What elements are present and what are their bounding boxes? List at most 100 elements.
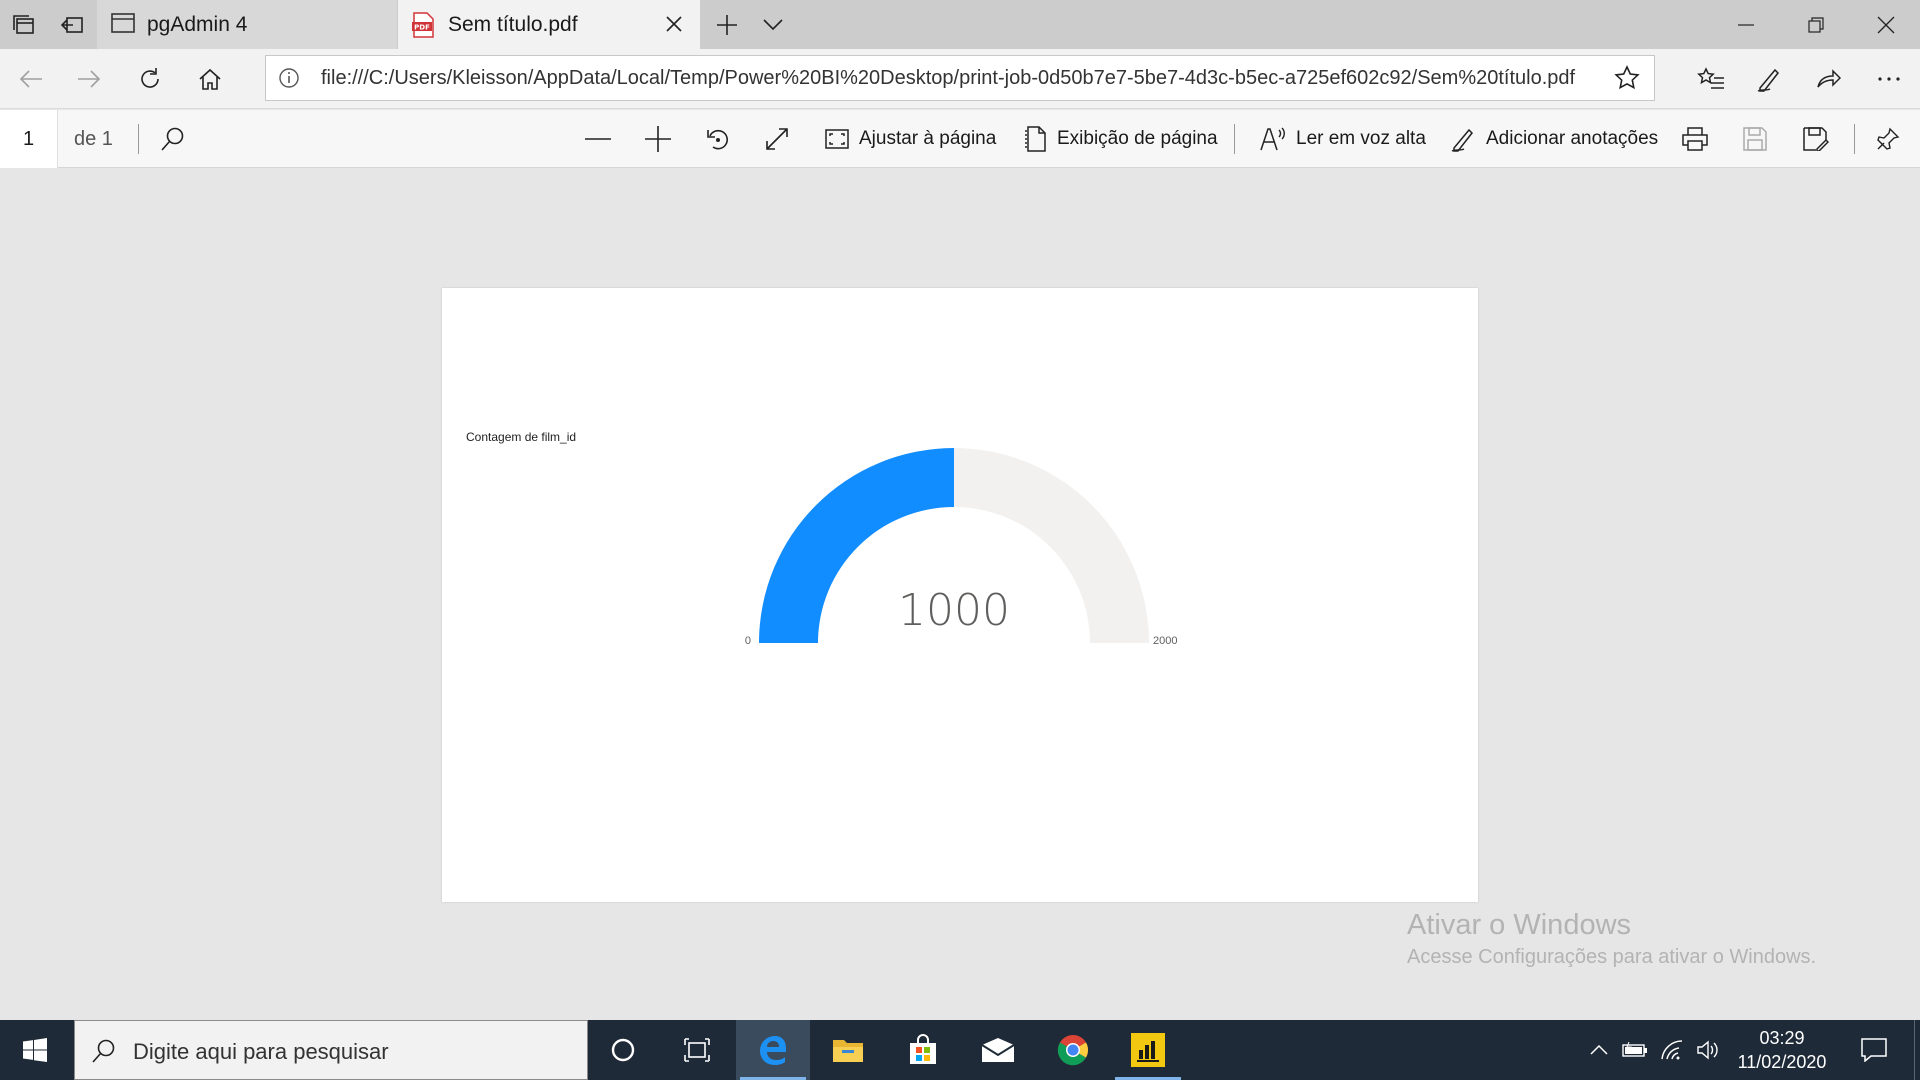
close-tab-icon[interactable] [662, 12, 686, 36]
new-tab-button[interactable] [704, 0, 750, 49]
page-count-label: de 1 [74, 128, 113, 150]
share-icon [1817, 69, 1841, 88]
divider [1854, 124, 1855, 154]
pen-icon [1451, 128, 1473, 152]
cortana-button[interactable] [586, 1020, 660, 1080]
minimize-icon [1738, 23, 1754, 26]
tab-preview-button[interactable] [750, 0, 796, 49]
favorites-list-icon [1697, 67, 1724, 89]
page-view-label: Exibição de página [1057, 128, 1218, 149]
tabs-aside-icon [13, 14, 34, 34]
minimize-button[interactable] [1712, 0, 1780, 49]
set-tabs-aside-button[interactable] [48, 0, 96, 49]
home-button[interactable] [181, 49, 239, 109]
wifi-icon [1661, 1040, 1683, 1060]
battery-button[interactable] [1617, 1020, 1653, 1080]
add-notes-nav-button[interactable] [1740, 49, 1798, 109]
find-button[interactable] [160, 110, 186, 168]
restore-button[interactable] [1782, 0, 1850, 49]
add-notes-label: Adicionar anotações [1486, 128, 1659, 149]
read-aloud-icon [1260, 127, 1285, 151]
set-aside-icon [61, 16, 83, 33]
store-icon [910, 1034, 936, 1064]
pen-icon [1757, 68, 1779, 92]
favorites-button[interactable] [1682, 49, 1740, 109]
page-view-icon [1025, 126, 1046, 152]
tab-manager-button[interactable] [0, 0, 48, 49]
zoom-in-button[interactable] [645, 110, 671, 168]
share-button[interactable] [1799, 49, 1857, 109]
page-view-button[interactable]: Exibição de página [1025, 110, 1218, 168]
print-button[interactable] [1682, 110, 1708, 168]
add-notes-button[interactable]: Adicionar anotações [1450, 110, 1658, 168]
page-icon [111, 13, 135, 33]
more-options-button[interactable] [1860, 49, 1918, 109]
notification-icon [1861, 1038, 1887, 1062]
clock-time: 03:29 [1759, 1028, 1805, 1048]
activation-watermark-subtitle: Acesse Configurações para ativar o Windo… [1407, 946, 1817, 968]
pdf-page: Contagem de film_id 1000 0 2000 [442, 288, 1478, 902]
tab-pdf[interactable]: PDF Sem título.pdf [398, 0, 700, 49]
address-bar[interactable]: file:///C:/Users/Kleisson/AppData/Local/… [265, 55, 1655, 101]
search-placeholder: Digite aqui para pesquisar [133, 1039, 389, 1064]
edge-taskbar-button[interactable] [736, 1020, 810, 1080]
forward-button[interactable] [60, 49, 118, 109]
fit-page-label: Ajustar à página [859, 128, 997, 149]
save-as-button[interactable] [1803, 110, 1829, 168]
tab-title: pgAdmin 4 [147, 13, 248, 36]
chevron-up-icon [1590, 1045, 1608, 1055]
store-button[interactable] [886, 1020, 960, 1080]
full-screen-button[interactable] [765, 110, 789, 168]
fit-page-button[interactable]: Ajustar à página [825, 110, 996, 168]
pdf-file-icon: PDF [412, 12, 434, 38]
back-button[interactable] [2, 49, 60, 109]
url-text[interactable]: file:///C:/Users/Kleisson/AppData/Local/… [321, 67, 1575, 90]
read-aloud-button[interactable]: Ler em voz alta [1260, 110, 1426, 168]
pdf-viewer[interactable]: Contagem de film_id 1000 0 2000 [0, 169, 1920, 1020]
restore-icon [1808, 16, 1824, 33]
windows-logo-icon [23, 1038, 47, 1062]
network-button[interactable] [1654, 1020, 1690, 1080]
rotate-button[interactable] [705, 110, 731, 168]
show-desktop-button[interactable] [1914, 1020, 1920, 1080]
file-explorer-button[interactable] [811, 1020, 885, 1080]
save-icon [1743, 127, 1767, 151]
battery-icon [1622, 1042, 1647, 1057]
gauge-value-label: 1000 [898, 585, 1010, 636]
arrow-right-icon [78, 70, 101, 88]
chrome-button[interactable] [1036, 1020, 1110, 1080]
page-number-input[interactable]: 1 [0, 110, 58, 168]
gauge-chart: 1000 0 2000 [745, 448, 1177, 647]
more-icon [1878, 77, 1900, 81]
pdf-toolbar: 1 de 1 Ajustar à página Exibição de pági… [0, 110, 1920, 168]
tab-pgadmin[interactable]: pgAdmin 4 [97, 0, 397, 49]
power-bi-button[interactable] [1111, 1020, 1185, 1080]
start-button[interactable] [0, 1020, 70, 1080]
task-view-button[interactable] [660, 1020, 734, 1080]
close-window-button[interactable] [1852, 0, 1920, 49]
file-explorer-icon [833, 1040, 863, 1062]
show-hidden-icons-button[interactable] [1581, 1020, 1617, 1080]
navigation-bar: file:///C:/Users/Kleisson/AppData/Local/… [0, 49, 1920, 109]
taskbar: Digite aqui para pesquisar 03:29 11/02/2… [0, 1020, 1920, 1080]
search-icon [161, 127, 184, 151]
mail-button[interactable] [961, 1020, 1035, 1080]
svg-text:PDF: PDF [414, 24, 430, 32]
refresh-button[interactable] [121, 49, 179, 109]
save-button[interactable] [1743, 110, 1767, 168]
minus-icon [585, 138, 611, 140]
divider [138, 124, 139, 154]
gauge-max-label: 2000 [1153, 635, 1177, 647]
pin-toolbar-button[interactable] [1876, 110, 1900, 168]
read-aloud-label: Ler em voz alta [1296, 128, 1426, 149]
close-icon [1877, 16, 1895, 33]
action-center-button[interactable] [1848, 1020, 1900, 1080]
taskbar-search[interactable]: Digite aqui para pesquisar [74, 1020, 588, 1080]
zoom-out-button[interactable] [585, 110, 611, 168]
volume-button[interactable] [1690, 1020, 1726, 1080]
favorite-star-icon[interactable] [1614, 65, 1640, 91]
speaker-icon [1697, 1040, 1718, 1060]
clock[interactable]: 03:29 11/02/2020 [1725, 1026, 1839, 1074]
plus-icon [717, 14, 737, 35]
info-icon[interactable] [278, 67, 300, 89]
